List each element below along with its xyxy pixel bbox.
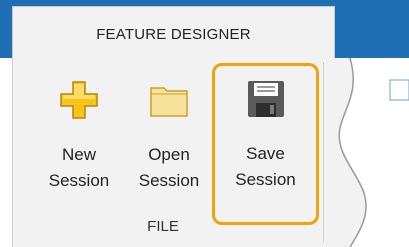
document-preview-area (330, 58, 409, 247)
tab-feature-designer-label: FEATURE DESIGNER (96, 26, 251, 43)
new-session-plus-icon (60, 81, 98, 119)
file-group-label: FILE (147, 218, 179, 235)
new-session-button[interactable]: New Session (36, 76, 122, 218)
save-session-label: Save Session (235, 144, 296, 189)
folder-icon (150, 87, 188, 117)
save-session-button[interactable]: Save Session (212, 63, 319, 225)
open-session-label: Open Session (138, 145, 200, 190)
floppy-disk-icon (247, 81, 284, 117)
ribbon-left-edge (0, 58, 13, 247)
new-session-label: New Session (48, 145, 110, 190)
open-session-button[interactable]: Open Session (126, 76, 212, 218)
tab-feature-designer[interactable]: FEATURE DESIGNER (12, 6, 335, 62)
group-separator (323, 62, 324, 242)
torn-edge-graphic (330, 58, 409, 247)
